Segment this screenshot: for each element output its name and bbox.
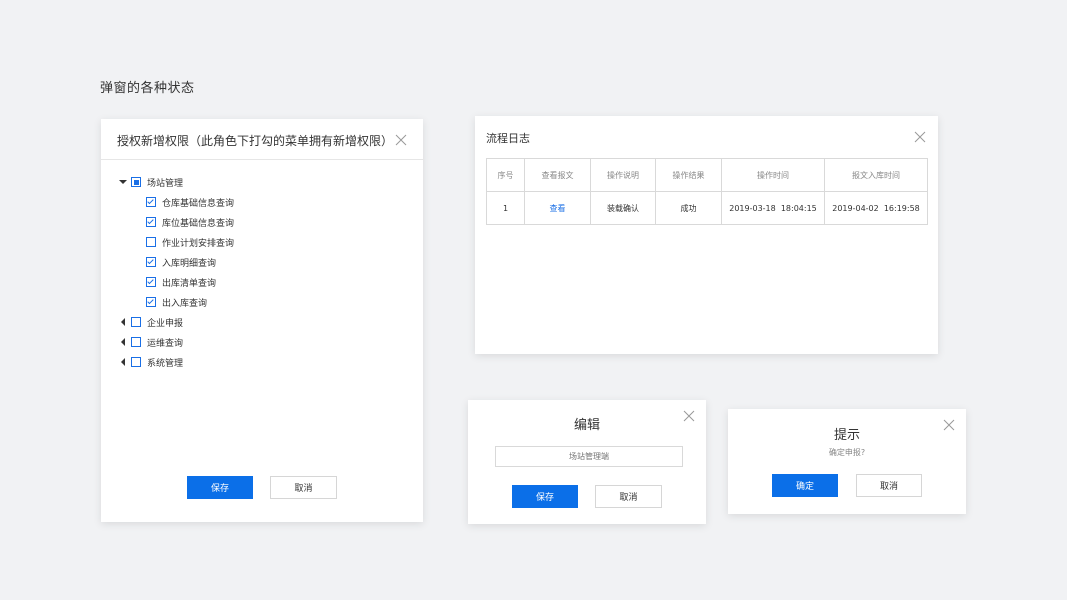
edit-dialog-title: 编辑 bbox=[573, 418, 600, 433]
tree-checkbox[interactable] bbox=[131, 337, 141, 347]
caret-down-icon[interactable] bbox=[119, 178, 127, 186]
tree-node-root[interactable]: 场站管理 bbox=[119, 172, 234, 192]
caret-left-icon[interactable] bbox=[119, 358, 127, 366]
log-dialog: 流程日志 序号 查看报文 操作说明 操作结果 操作时间 报文入库时间 1 查看 … bbox=[475, 116, 938, 354]
tree-node-label: 出库清单查询 bbox=[162, 278, 217, 289]
log-dialog-title: 流程日志 bbox=[486, 132, 530, 145]
close-icon[interactable] bbox=[943, 419, 955, 431]
save-button[interactable]: 保存 bbox=[512, 485, 578, 508]
tree-node-label: 场站管理 bbox=[147, 178, 184, 189]
table-cell: 2019-04-02 16:19:58 bbox=[824, 191, 928, 225]
save-button[interactable]: 保存 bbox=[187, 476, 253, 499]
tree-node-label: 企业申报 bbox=[147, 318, 184, 329]
cancel-button[interactable]: 取消 bbox=[856, 474, 922, 497]
tree-checkbox[interactable] bbox=[146, 277, 156, 287]
table-cell: 成功 bbox=[655, 191, 722, 225]
tip-dialog-message: 确定申报? bbox=[828, 448, 866, 457]
column-header: 操作时间 bbox=[721, 158, 825, 192]
tree-checkbox[interactable] bbox=[146, 197, 156, 207]
tree-node-label: 运维查询 bbox=[147, 338, 184, 349]
tree-node-label: 系统管理 bbox=[147, 358, 184, 369]
tree-node-label: 作业计划安排查询 bbox=[162, 238, 235, 249]
close-icon[interactable] bbox=[914, 131, 926, 143]
tree-node-label: 仓库基础信息查询 bbox=[162, 198, 235, 209]
page-title: 弹窗的各种状态 bbox=[100, 81, 195, 96]
tree-node-child[interactable]: 仓库基础信息查询 bbox=[119, 192, 234, 212]
tree-node-child[interactable]: 出库清单查询 bbox=[119, 272, 234, 292]
tree-node-group[interactable]: 系统管理 bbox=[119, 352, 234, 372]
close-icon[interactable] bbox=[683, 410, 695, 422]
table-cell: 2019-03-18 18:04:15 bbox=[721, 191, 825, 225]
tree-node-child[interactable]: 入库明细查询 bbox=[119, 252, 234, 272]
tree-node-child[interactable]: 作业计划安排查询 bbox=[119, 232, 234, 252]
close-icon[interactable] bbox=[395, 134, 407, 146]
tree-checkbox[interactable] bbox=[131, 177, 141, 187]
tree-checkbox[interactable] bbox=[131, 317, 141, 327]
tree-checkbox[interactable] bbox=[146, 237, 156, 247]
column-header: 操作结果 bbox=[655, 158, 722, 192]
permission-tree: 场站管理 仓库基础信息查询 库位基础信息查询 作业计划安排查询 入库明细查询 出… bbox=[119, 172, 234, 372]
auth-dialog-title: 授权新增权限（此角色下打勾的菜单拥有新增权限） bbox=[117, 134, 394, 148]
table-header-row: 序号 查看报文 操作说明 操作结果 操作时间 报文入库时间 bbox=[486, 158, 928, 192]
column-header: 操作说明 bbox=[590, 158, 656, 192]
tree-node-group[interactable]: 企业申报 bbox=[119, 312, 234, 332]
column-header: 序号 bbox=[486, 158, 525, 192]
name-input[interactable] bbox=[495, 446, 683, 467]
tree-node-child[interactable]: 出入库查询 bbox=[119, 292, 234, 312]
table-cell: 装载确认 bbox=[590, 191, 656, 225]
caret-left-icon[interactable] bbox=[119, 318, 127, 326]
table-cell: 1 bbox=[486, 191, 525, 225]
edit-dialog: 编辑 保存 取消 bbox=[468, 400, 706, 524]
cancel-button[interactable]: 取消 bbox=[270, 476, 337, 499]
cancel-button[interactable]: 取消 bbox=[595, 485, 662, 508]
tree-checkbox[interactable] bbox=[146, 217, 156, 227]
auth-dialog-header: 授权新增权限（此角色下打勾的菜单拥有新增权限） bbox=[101, 119, 423, 160]
tree-node-label: 入库明细查询 bbox=[162, 258, 217, 269]
column-header: 报文入库时间 bbox=[824, 158, 928, 192]
tree-checkbox[interactable] bbox=[146, 257, 156, 267]
column-header: 查看报文 bbox=[524, 158, 591, 192]
view-message-link[interactable]: 查看 bbox=[524, 191, 591, 225]
tip-dialog: 提示 确定申报? 确定 取消 bbox=[728, 409, 966, 514]
tree-checkbox[interactable] bbox=[146, 297, 156, 307]
log-table: 序号 查看报文 操作说明 操作结果 操作时间 报文入库时间 1 查看 装载确认 … bbox=[486, 158, 928, 225]
tip-dialog-title: 提示 bbox=[833, 428, 860, 443]
tree-node-label: 库位基础信息查询 bbox=[162, 218, 235, 229]
tree-checkbox[interactable] bbox=[131, 357, 141, 367]
auth-dialog: 授权新增权限（此角色下打勾的菜单拥有新增权限） 场站管理 仓库基础信息查询 库位… bbox=[101, 119, 423, 522]
caret-left-icon[interactable] bbox=[119, 338, 127, 346]
confirm-button[interactable]: 确定 bbox=[772, 474, 838, 497]
tree-node-child[interactable]: 库位基础信息查询 bbox=[119, 212, 234, 232]
tree-node-label: 出入库查询 bbox=[162, 298, 208, 309]
table-row: 1 查看 装载确认 成功 2019-03-18 18:04:15 2019-04… bbox=[486, 191, 928, 225]
tree-node-group[interactable]: 运维查询 bbox=[119, 332, 234, 352]
